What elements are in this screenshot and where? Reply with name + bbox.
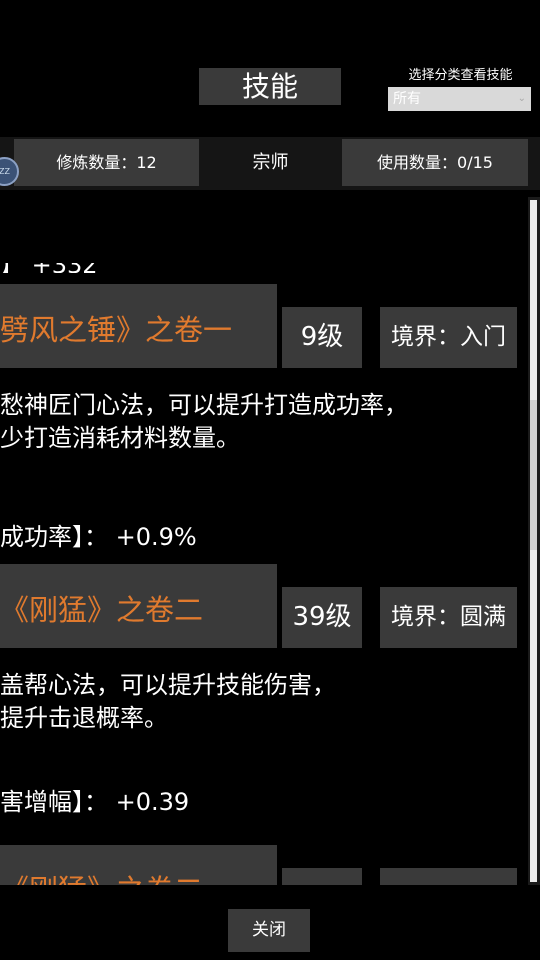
skill-description-line2: 提升击退概率。 (0, 704, 168, 732)
skill-realm: 境界：圆满 (380, 587, 517, 648)
filter-selected-value: 所有 (393, 91, 421, 107)
skill-realm (380, 868, 517, 885)
skill-title: 《刚猛》之卷二 (0, 593, 204, 627)
skill-title: 《刚猛》之卷二 (0, 867, 203, 885)
page-title: 技能 (199, 68, 341, 105)
skill-description-line1: 盖帮心法，可以提升技能伤害， (0, 671, 336, 699)
filter-label: 选择分类查看技能 (408, 68, 513, 83)
chevron-down-icon: ⌄ (517, 93, 526, 104)
skill-description-line1: 愁神匠门心法，可以提升打造成功率， (0, 391, 408, 419)
skill-level: 9级 (282, 307, 362, 368)
skill-title: 劈风之锤》之卷一 (0, 313, 233, 347)
close-button[interactable]: 关闭 (228, 909, 310, 952)
cultivate-count: 修炼数量：12 (14, 139, 199, 186)
skill-stat: 害增幅】： +0.39 (0, 788, 190, 816)
use-count: 使用数量：0/15 (342, 139, 528, 186)
category-filter-select[interactable]: 所有 ⌄ (388, 87, 531, 111)
skill-realm: 境界：入门 (380, 307, 517, 368)
skill-stat: 成功率】： +0.9% (0, 523, 197, 551)
skill-level: 39级 (282, 587, 362, 648)
cut-off-text: 】 +332 (0, 263, 140, 273)
stats-bar: 修炼数量：12 宗师 使用数量：0/15 (0, 137, 540, 190)
skill-description-line2: 少打造消耗材料数量。 (0, 424, 240, 452)
skill-level (282, 868, 362, 885)
scrollbar-thumb[interactable] (530, 400, 537, 550)
skill-list[interactable]: 】 +332 劈风之锤》之卷一 9级 境界：入门 愁神匠门心法，可以提升打造成功… (0, 197, 528, 885)
rank-label: 宗师 (252, 152, 289, 173)
